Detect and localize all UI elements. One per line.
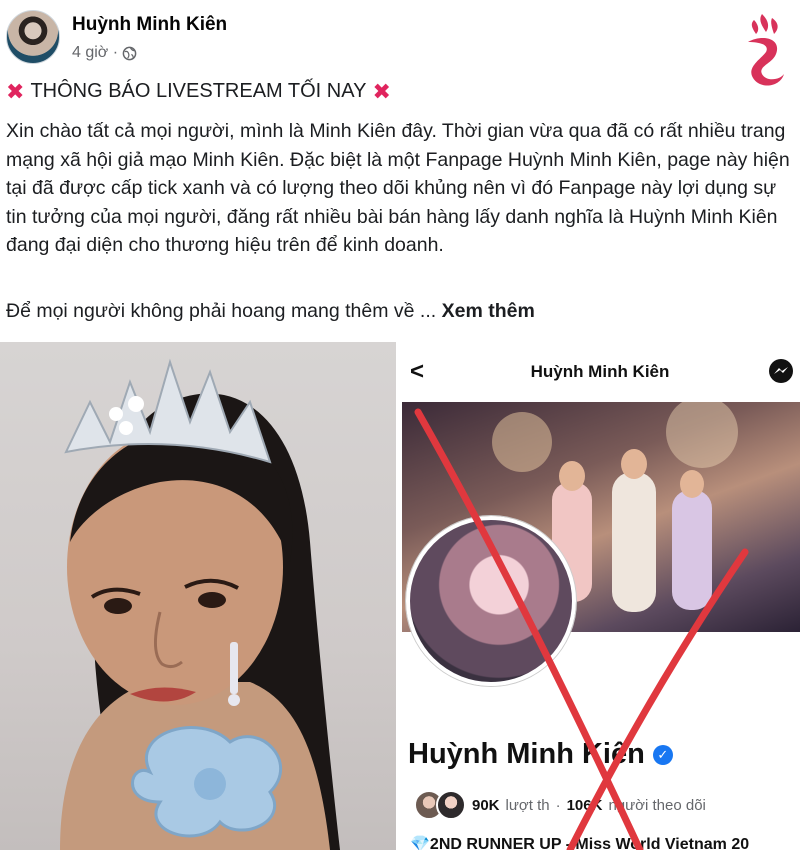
stats-separator: · — [555, 796, 561, 814]
x-mark-icon: ✖ — [372, 78, 391, 104]
verified-icon: ✓ — [652, 744, 673, 765]
post-title-text: THÔNG BÁO LIVESTREAM TỐI NAY — [30, 80, 367, 102]
x-mark-icon: ✖ — [6, 78, 25, 104]
post-meta: 4 giờ · — [72, 44, 137, 62]
page-name: Huỳnh Minh Kiên ✓ — [408, 738, 673, 771]
page-name-text: Huỳnh Minh Kiên — [408, 738, 645, 770]
post-photo-fake-page-screenshot[interactable]: < Huỳnh Minh Kiên Huỳnh Minh Kiên ✓ 90K … — [400, 342, 800, 850]
page-profile-picture — [406, 516, 576, 686]
post-time[interactable]: 4 giờ · — [72, 44, 118, 62]
see-more-link[interactable]: Xem thêm — [442, 300, 535, 322]
phone-header-title: Huỳnh Minh Kiên — [530, 362, 670, 381]
page-stats: 90K lượt th · 106K người theo dõi — [414, 790, 706, 820]
messenger-icon — [769, 359, 793, 383]
followers-label: người theo dõi — [608, 796, 706, 814]
author-avatar[interactable] — [6, 10, 60, 64]
portrait-image — [60, 358, 340, 850]
author-name[interactable]: Huỳnh Minh Kiên — [72, 14, 227, 36]
globe-icon — [122, 46, 137, 60]
phone-topbar: < Huỳnh Minh Kiên — [400, 342, 800, 400]
page-bio: 💎2ND RUNNER UP - Miss World Vietnam 20 — [410, 836, 750, 850]
post-more-line: Để mọi người không phải hoang mang thêm … — [6, 300, 535, 323]
brand-logo — [748, 14, 784, 86]
post-header: Huỳnh Minh Kiên 4 giờ · — [6, 6, 794, 86]
post-truncated-text: Để mọi người không phải hoang mang thêm … — [6, 300, 437, 322]
likes-count: 90K — [472, 796, 500, 814]
post-photo-portrait[interactable] — [0, 342, 396, 850]
followers-count: 106K — [566, 796, 603, 814]
post-title: ✖ THÔNG BÁO LIVESTREAM TỐI NAY ✖ — [6, 80, 391, 103]
post-body: Xin chào tất cả mọi người, mình là Minh … — [6, 120, 790, 256]
friend-avatar — [436, 790, 466, 820]
likes-label: lượt th — [505, 796, 550, 814]
